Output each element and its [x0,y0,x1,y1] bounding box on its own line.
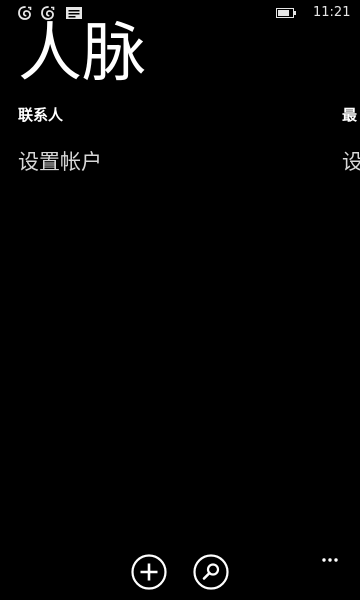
pivot-header-recent[interactable]: 最 [342,104,357,126]
more-options-button[interactable] [318,552,348,566]
setup-account-link-recent[interactable]: 设 [342,146,360,178]
more-icon [322,558,338,562]
status-time: 11:21 [313,5,351,20]
add-icon [131,554,167,590]
people-app-screen: 11:21 人脉 联系人 最 设置帐户 设 [0,0,360,600]
search-button[interactable] [193,554,229,590]
add-contact-button[interactable] [131,554,167,590]
page-title: 人脉 [18,17,146,91]
search-icon [193,554,229,590]
app-bar [0,540,360,600]
battery-icon [276,8,296,18]
setup-account-link[interactable]: 设置帐户 [18,146,102,178]
pivot-header-contacts[interactable]: 联系人 [18,104,63,126]
